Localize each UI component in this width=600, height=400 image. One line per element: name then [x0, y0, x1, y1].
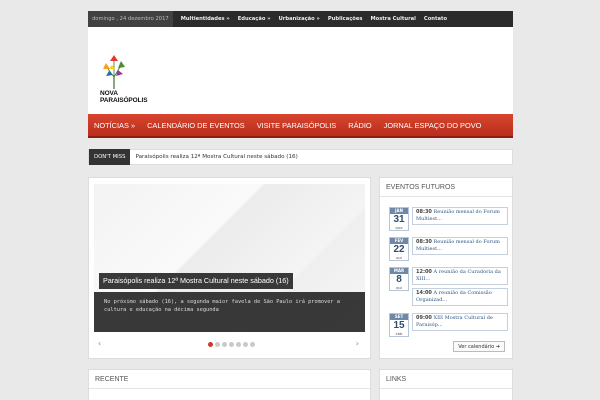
slider-dot[interactable] [222, 342, 227, 347]
event-item[interactable]: 09:00 XIII Mostra Cultural de Paraisóp..… [412, 313, 508, 331]
slider-controls: ‹ › [94, 338, 365, 352]
calendar-date: FEV 22 qui [389, 237, 409, 261]
top-nav: Multientidades » Educação » Urbanização … [177, 16, 451, 22]
recent-widget: RECENTE [88, 369, 371, 400]
recent-title: RECENTE [89, 370, 370, 389]
links-widget: LINKS [379, 369, 513, 400]
top-nav-multientidades[interactable]: Multientidades » [177, 16, 234, 22]
nav-jornal[interactable]: JORNAL ESPAÇO DO POVO [378, 121, 488, 130]
current-date: domingo , 24 dezembro 2017 [88, 11, 173, 27]
event-item[interactable]: 08:30 Reunião mensal do Forum Multiest..… [412, 237, 508, 255]
links-title: LINKS [380, 370, 512, 389]
slider-dot[interactable] [229, 342, 234, 347]
top-nav-urbanizacao[interactable]: Urbanização » [275, 16, 324, 22]
upcoming-events-widget: EVENTOS FUTUROS JAN 31 qua 08:30 Reunião… [379, 177, 513, 359]
event-item[interactable]: 14:00 A reunião da Comissão Organizad... [412, 288, 508, 306]
news-ticker: DON'T MISS Paraisópolis realiza 12ª Most… [88, 149, 513, 165]
prev-arrow-icon[interactable]: ‹ [98, 339, 101, 348]
nav-calendario[interactable]: CALENDÁRIO DE EVENTOS [141, 121, 251, 130]
slider-dot[interactable] [250, 342, 255, 347]
top-nav-educacao[interactable]: Educação » [234, 16, 275, 22]
top-nav-publicacoes[interactable]: Publicações [324, 16, 367, 22]
event-item[interactable]: 12:00 A reunião da Curadoria da XIII... [412, 267, 508, 285]
featured-slider: Paraisópolis realiza 12ª Mostra Cultural… [88, 177, 371, 359]
event-item[interactable]: 08:30 Reunião mensal do Forum Multiest..… [412, 207, 508, 225]
nav-noticias[interactable]: NOTÍCIAS » [88, 121, 141, 130]
calendar-date: MAR 8 qui [389, 267, 409, 291]
slide-description: No próximo sábado (16), a segunda maior … [104, 299, 340, 313]
slide-title[interactable]: Paraisópolis realiza 12ª Mostra Cultural… [99, 273, 293, 289]
main-nav: NOTÍCIAS » CALENDÁRIO DE EVENTOS VISITE … [88, 114, 513, 138]
top-nav-contato[interactable]: Contato [420, 16, 451, 22]
slide-image[interactable]: Paraisópolis realiza 12ª Mostra Cultural… [94, 184, 365, 332]
slider-dot[interactable] [208, 342, 213, 347]
calendar-date: JAN 31 qua [389, 207, 409, 231]
events-title: EVENTOS FUTUROS [380, 178, 512, 197]
top-nav-mostra-cultural[interactable]: Mostra Cultural [366, 16, 419, 22]
slider-dot[interactable] [215, 342, 220, 347]
logo-text: NOVA PARAISÓPOLIS [100, 90, 148, 104]
site-header: NOVA PARAISÓPOLIS [88, 27, 513, 114]
ticker-label: DON'T MISS [89, 149, 131, 165]
slider-pagination [208, 342, 255, 347]
ticker-link[interactable]: Paraisópolis realiza 12ª Mostra Cultural… [135, 154, 297, 160]
slider-dot[interactable] [243, 342, 248, 347]
nav-visite[interactable]: VISITE PARAISÓPOLIS [251, 121, 343, 130]
calendar-date: SET 15 sáb [389, 313, 409, 337]
next-arrow-icon[interactable]: › [356, 339, 359, 348]
slider-dot[interactable] [236, 342, 241, 347]
top-bar: domingo , 24 dezembro 2017 Multientidade… [88, 11, 513, 27]
nav-radio[interactable]: RÁDIO [342, 121, 377, 130]
view-calendar-button[interactable]: Ver calendário ➜ [453, 341, 505, 352]
slide-caption: Paraisópolis realiza 12ª Mostra Cultural… [94, 273, 365, 332]
